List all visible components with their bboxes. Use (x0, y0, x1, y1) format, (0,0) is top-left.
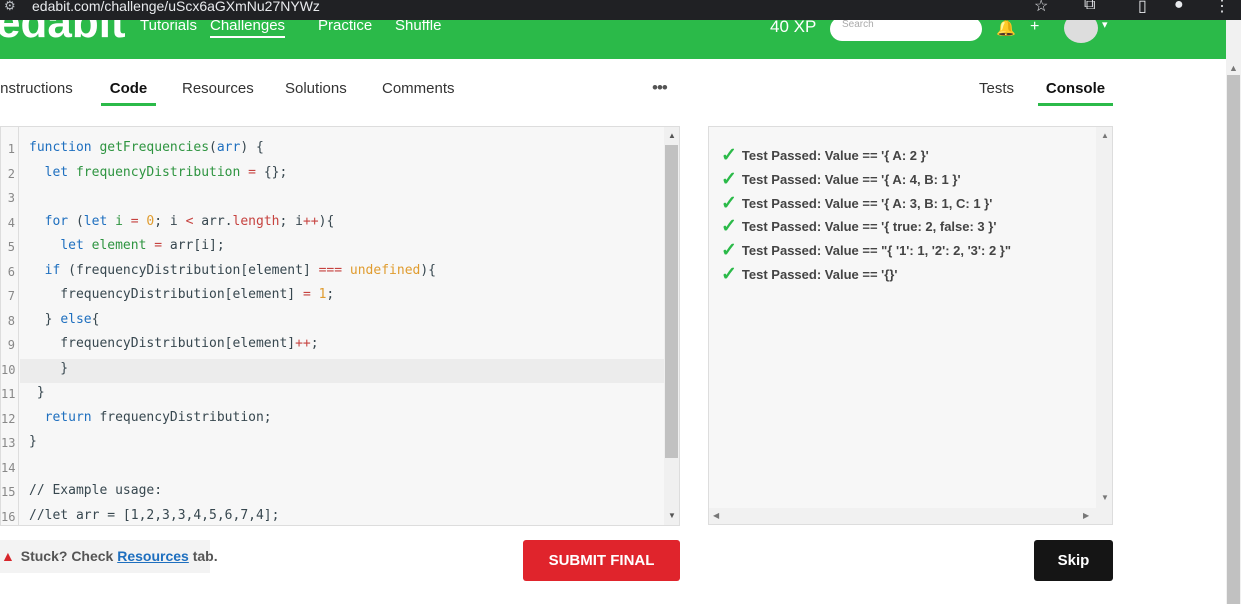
code-line[interactable]: } (29, 434, 37, 449)
line-number: 5 (7, 240, 15, 254)
line-number-gutter: 1 2 3 4 5 6 7 8 9 10 11 12 13 14 15 16 (1, 127, 19, 525)
nav-challenges[interactable]: Challenges (210, 20, 286, 38)
nav-practice[interactable]: Practice (318, 20, 372, 34)
check-icon: ✓ (721, 193, 737, 214)
test-result: ✓ Test Passed: Value == "{ '1': 1, '2': 2… (721, 240, 1012, 261)
code-line[interactable]: //let arr = [1,2,3,3,4,5,6,7,4]; (29, 508, 279, 523)
stuck-prefix: Stuck? Check (20, 548, 114, 564)
scroll-up-icon[interactable]: ▲ (1101, 131, 1109, 140)
avatar[interactable] (1064, 20, 1098, 43)
console-scrollbar[interactable]: ▲ ▼ (1096, 127, 1112, 524)
search-input[interactable]: Search (830, 20, 982, 41)
line-number: 12 (1, 412, 16, 426)
line-number: 11 (1, 387, 16, 401)
star-icon[interactable]: ☆ (1034, 0, 1048, 16)
check-icon: ✓ (721, 240, 737, 261)
code-line[interactable]: // Example usage: (29, 483, 162, 498)
scroll-up-icon[interactable]: ▲ (1229, 63, 1238, 73)
site-info-icon[interactable]: ⚙ (4, 0, 16, 14)
page-scrollbar[interactable]: ▲ (1226, 20, 1241, 604)
test-result: ✓ Test Passed: Value == '{ A: 2 }' (721, 145, 929, 166)
code-line[interactable]: } (29, 361, 68, 376)
xp-counter: 40 XP (770, 20, 817, 36)
site-header: edabit Tutorials Challenges Practice Shu… (0, 20, 1226, 59)
line-number: 8 (7, 314, 15, 328)
scroll-right-icon[interactable]: ▶ (1083, 511, 1089, 520)
submit-final-button[interactable]: SUBMIT FINAL (523, 540, 680, 581)
scroll-up-icon[interactable]: ▲ (668, 131, 676, 140)
line-number: 3 (7, 191, 15, 205)
logo[interactable]: edabit (0, 20, 126, 48)
profile-icon[interactable]: ● (1174, 0, 1184, 14)
test-result: ✓ Test Passed: Value == '{ true: 2, false… (721, 216, 997, 237)
menu-icon[interactable]: ⋮ (1214, 0, 1230, 16)
console-horizontal-scrollbar[interactable]: ◀ ▶ (709, 508, 1096, 524)
tab-comments[interactable]: Comments (382, 80, 455, 106)
code-line[interactable]: let element = arr[i]; (29, 238, 224, 253)
page-scroll-thumb[interactable] (1227, 75, 1240, 604)
editor-scrollbar[interactable]: ▲ ▼ (664, 127, 679, 525)
more-options-icon[interactable]: ••• (652, 78, 668, 98)
code-line[interactable]: } (29, 385, 45, 400)
code-line[interactable]: frequencyDistribution[element] = 1; (29, 287, 334, 302)
tab-tests[interactable]: Tests (979, 80, 1014, 106)
line-number: 4 (7, 216, 15, 230)
plus-icon[interactable]: + (1030, 20, 1039, 36)
line-number: 10 (1, 363, 16, 377)
tab-console[interactable]: Console (1038, 80, 1113, 106)
nav-tutorials[interactable]: Tutorials (140, 20, 197, 34)
check-icon: ✓ (721, 145, 737, 166)
code-line[interactable]: let frequencyDistribution = {}; (29, 165, 288, 180)
tab-resources[interactable]: Resources (182, 80, 254, 106)
check-icon: ✓ (721, 169, 737, 190)
line-number: 1 (7, 142, 15, 156)
tab-code[interactable]: Code (101, 80, 156, 106)
line-number: 15 (1, 485, 16, 499)
line-number: 14 (1, 461, 16, 475)
test-result: ✓ Test Passed: Value == '{ A: 4, B: 1 }' (721, 169, 961, 190)
code-line[interactable]: } else{ (29, 312, 100, 327)
code-line[interactable]: if (frequencyDistribution[element] === u… (29, 263, 436, 278)
warning-icon: ▲ (1, 548, 15, 564)
scroll-down-icon[interactable]: ▼ (1101, 493, 1109, 502)
check-icon: ✓ (721, 216, 737, 237)
line-number: 13 (1, 436, 16, 450)
sidepanel-icon[interactable]: ▯ (1138, 0, 1147, 16)
stuck-hint: ▲ Stuck? Check Resources tab. (0, 540, 218, 573)
active-line-highlight (20, 359, 664, 383)
scroll-down-icon[interactable]: ▼ (668, 511, 676, 520)
console-panel: ✓ Test Passed: Value == '{ A: 2 }' ✓ Test … (708, 126, 1113, 525)
test-result: ✓ Test Passed: Value == '{}' (721, 264, 898, 285)
code-line[interactable]: for (let i = 0; i < arr.length; i++){ (29, 214, 335, 229)
code-line[interactable]: frequencyDistribution[element]++; (29, 336, 318, 351)
tab-instructions[interactable]: Instructions (0, 80, 73, 106)
resources-link[interactable]: Resources (117, 548, 189, 564)
code-editor[interactable]: 1 2 3 4 5 6 7 8 9 10 11 12 13 14 15 16 f… (0, 126, 680, 526)
skip-button[interactable]: Skip (1034, 540, 1113, 581)
line-number: 7 (7, 289, 15, 303)
tab-solutions[interactable]: Solutions (285, 80, 347, 106)
nav-shuffle[interactable]: Shuffle (395, 20, 441, 34)
url-text[interactable]: edabit.com/challenge/uScx6aGXmNu27NYWz (32, 0, 320, 14)
stuck-suffix: tab. (192, 548, 218, 564)
code-line[interactable]: function getFrequencies(arr) { (29, 140, 264, 155)
line-number: 6 (7, 265, 15, 279)
extensions-icon[interactable]: ⧉ (1084, 0, 1095, 14)
line-number: 9 (7, 338, 15, 352)
code-line[interactable]: return frequencyDistribution; (29, 410, 272, 425)
bell-icon[interactable]: 🔔 (996, 20, 1016, 38)
test-result: ✓ Test Passed: Value == '{ A: 3, B: 1, C:… (721, 193, 993, 214)
line-number: 2 (7, 167, 15, 181)
browser-address-bar: ⚙ edabit.com/challenge/uScx6aGXmNu27NYWz… (0, 0, 1241, 20)
scroll-left-icon[interactable]: ◀ (713, 511, 719, 520)
check-icon: ✓ (721, 264, 737, 285)
line-number: 16 (1, 510, 16, 524)
chevron-down-icon[interactable]: ▾ (1102, 20, 1108, 31)
editor-scroll-thumb[interactable] (665, 145, 678, 458)
